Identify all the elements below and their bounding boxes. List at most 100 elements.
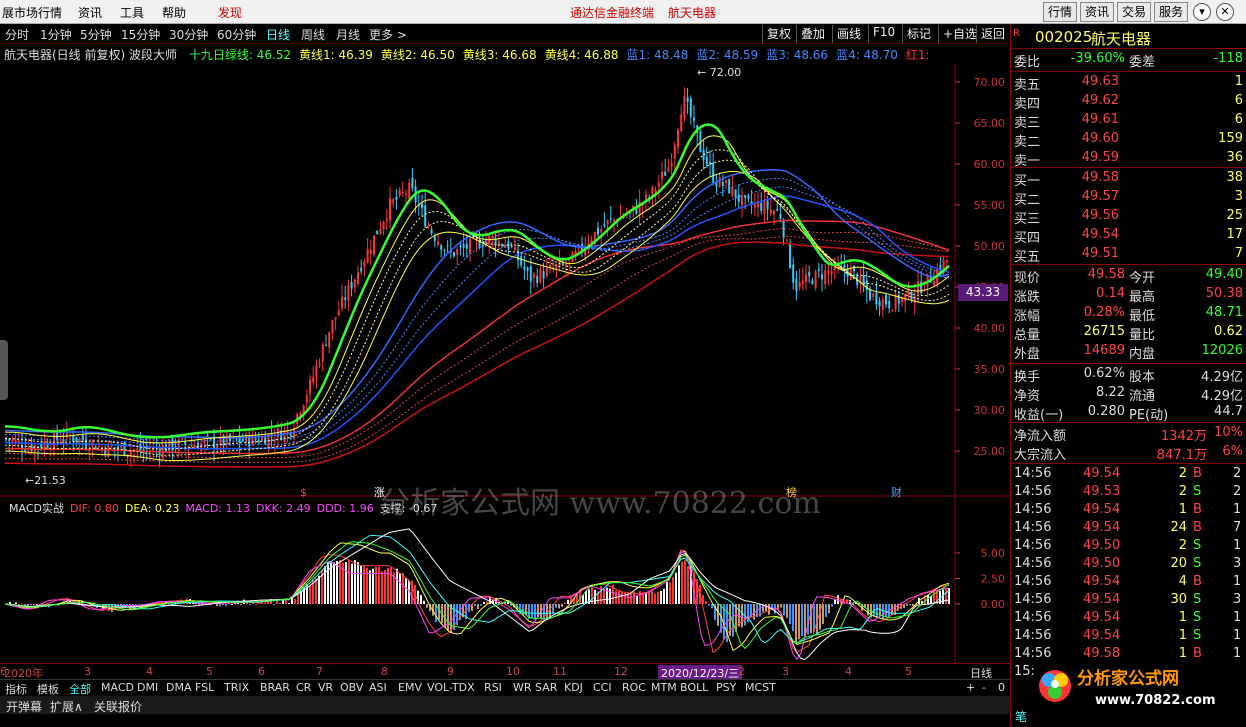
- macd-bar: [789, 604, 791, 625]
- period-day[interactable]: 日线: [266, 26, 290, 43]
- macd-bar: [780, 604, 782, 608]
- btn-service[interactable]: 服务: [1154, 2, 1189, 22]
- candle-body: [456, 249, 459, 255]
- candle-body: [309, 379, 311, 394]
- indicator-tab-sar[interactable]: SAR: [535, 681, 557, 694]
- btn-quote[interactable]: 行情: [1043, 2, 1078, 22]
- btn-f10[interactable]: F10: [868, 25, 899, 43]
- menu-help[interactable]: 帮助: [162, 4, 186, 21]
- indicator-tab-cci[interactable]: CCI: [593, 681, 612, 694]
- stat2-0-value2: 4.29亿: [1201, 370, 1243, 385]
- btn-danmu[interactable]: 开弹幕: [6, 698, 42, 715]
- zoom-control[interactable]: 0: [998, 681, 1005, 694]
- candle-body: [424, 205, 427, 227]
- minimize-icon[interactable]: ▾: [1193, 3, 1211, 21]
- macd-bar: [876, 604, 878, 619]
- x-axis-label: 10: [506, 665, 520, 678]
- app-title: 通达信金融终端: [570, 6, 655, 20]
- bid-5-label: 买五: [1014, 250, 1041, 265]
- tab-ticks[interactable]: 笔: [1015, 708, 1027, 725]
- candle-body: [120, 445, 123, 449]
- kline-chart[interactable]: 70.0065.0060.0055.0050.0045.0040.0035.00…: [0, 64, 1010, 664]
- indicator-tab-rsi[interactable]: RSI: [484, 681, 502, 694]
- macd-bar: [288, 603, 290, 605]
- indicator-tab-dma[interactable]: DMA: [166, 681, 192, 694]
- period-tick[interactable]: 分时: [5, 26, 29, 43]
- indicator-tab-obv[interactable]: OBV: [340, 681, 363, 694]
- indicator-tab-asi[interactable]: ASI: [369, 681, 387, 694]
- menu-tools[interactable]: 工具: [120, 4, 144, 21]
- indicator-tab-macd[interactable]: MACD: [101, 681, 134, 694]
- btn-related-quote[interactable]: 关联报价: [94, 698, 142, 715]
- indicator-tab-wr[interactable]: WR: [513, 681, 532, 694]
- indicator-tab-kdj[interactable]: KDJ: [564, 681, 583, 694]
- btn-fuquan[interactable]: 复权: [762, 25, 795, 43]
- watermark: 分析家公式网 www.70822.com: [380, 486, 821, 521]
- macd-bar: [219, 604, 221, 607]
- indicator-tab-全部[interactable]: 全部: [69, 681, 91, 697]
- candle-body: [379, 228, 382, 234]
- period-1min[interactable]: 1分钟: [40, 26, 72, 43]
- period-month[interactable]: 月线: [336, 26, 360, 43]
- indicator-tab-psy[interactable]: PSY: [716, 681, 736, 694]
- stat2-2-value: 0.280: [1087, 404, 1125, 419]
- indicator-tab-emv[interactable]: EMV: [398, 681, 422, 694]
- period-5min[interactable]: 5分钟: [80, 26, 112, 43]
- macd-bar: [666, 581, 668, 604]
- menu-news[interactable]: 资讯: [78, 4, 102, 21]
- candle-body: [453, 252, 455, 257]
- btn-news[interactable]: 资讯: [1080, 2, 1115, 22]
- btn-draw[interactable]: 画线: [832, 25, 865, 43]
- tick-price: 49.54: [1083, 520, 1121, 535]
- period-more[interactable]: 更多 >: [369, 26, 407, 43]
- period-15min[interactable]: 15分钟: [121, 26, 160, 43]
- indicator-tab-fsl[interactable]: FSL: [195, 681, 214, 694]
- candle-body: [827, 270, 830, 274]
- indicator-tab-roc[interactable]: ROC: [622, 681, 646, 694]
- btn-add-favorite[interactable]: +自选: [938, 25, 981, 43]
- indicator-tab-指标[interactable]: 指标: [5, 681, 27, 697]
- menu-market[interactable]: 展市场行情: [2, 4, 62, 21]
- macd-info-value: DKK: 2.49: [256, 502, 311, 515]
- btn-expand[interactable]: 扩展∧: [50, 698, 83, 715]
- btn-trade[interactable]: 交易: [1117, 2, 1152, 22]
- tick-row: 14:56 49.50 20 S 3: [1011, 556, 1246, 574]
- zoom-control[interactable]: -: [982, 681, 986, 694]
- indicator-tab-vol-tdx[interactable]: VOL-TDX: [427, 681, 475, 694]
- indicator-value-6: 蓝2: 48.59: [696, 48, 759, 62]
- indicator-tab-mcst[interactable]: MCST: [745, 681, 776, 694]
- period-60min[interactable]: 60分钟: [217, 26, 256, 43]
- indicator-tab-boll[interactable]: BOLL: [680, 681, 708, 694]
- yellow-line-4: [4, 135, 950, 444]
- close-icon[interactable]: ✕: [1216, 3, 1234, 21]
- btn-back[interactable]: 返回: [976, 25, 1009, 43]
- candle-body: [459, 245, 462, 247]
- indicator-tab-brar[interactable]: BRAR: [260, 681, 290, 694]
- candle-body: [686, 97, 689, 103]
- left-panel-toggle[interactable]: [0, 340, 8, 400]
- indicator-tab-mtm[interactable]: MTM: [651, 681, 677, 694]
- tick-volume: 4: [1178, 574, 1187, 589]
- candle-body: [350, 281, 353, 289]
- indicator-tab-dmi[interactable]: DMI: [137, 681, 158, 694]
- indicator-tab-cr[interactable]: CR: [296, 681, 311, 694]
- stat-4-label: 外盘: [1014, 347, 1041, 362]
- macd-bar: [444, 604, 446, 627]
- candle-body: [878, 300, 881, 307]
- period-week[interactable]: 周线: [301, 26, 325, 43]
- btn-mark[interactable]: 标记: [902, 25, 935, 43]
- candle-body: [613, 219, 615, 222]
- indicator-tab-vr[interactable]: VR: [318, 681, 333, 694]
- macd-bar: [822, 604, 824, 625]
- tick-price: 49.50: [1083, 556, 1121, 571]
- indicator-tab-trix[interactable]: TRIX: [224, 681, 249, 694]
- zoom-control[interactable]: +: [966, 681, 975, 694]
- btn-overlay[interactable]: 叠加: [796, 25, 829, 43]
- menu-discover[interactable]: 发现: [218, 4, 242, 21]
- indicator-tab-模板[interactable]: 模板: [37, 681, 59, 697]
- macd-bar: [657, 591, 659, 604]
- tick-price: 49.54: [1083, 466, 1121, 481]
- x-axis-label: 7: [316, 665, 323, 678]
- macd-bar: [138, 603, 140, 605]
- period-30min[interactable]: 30分钟: [169, 26, 208, 43]
